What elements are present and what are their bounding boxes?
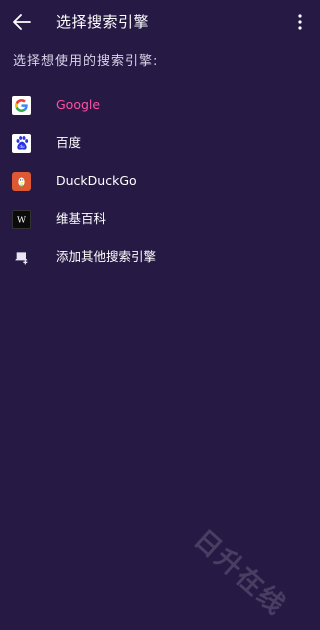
engine-option-duckduckgo[interactable]: DuckDuckGo xyxy=(0,162,320,200)
back-button[interactable] xyxy=(8,8,36,36)
engine-label-baidu: 百度 xyxy=(56,135,82,150)
watermark-text: 日升在线 xyxy=(187,524,292,622)
engine-option-baidu[interactable]: du 百度 xyxy=(0,124,320,162)
engine-option-wikipedia[interactable]: W 维基百科 xyxy=(0,200,320,238)
wikipedia-w-icon: W xyxy=(12,209,31,229)
engine-option-google[interactable]: Google xyxy=(0,86,320,124)
more-vertical-icon xyxy=(298,14,302,30)
google-logo-icon xyxy=(12,95,31,115)
add-search-engine-label: 添加其他搜索引擎 xyxy=(56,249,157,264)
duckduckgo-icon xyxy=(12,171,31,191)
svg-text:W: W xyxy=(17,215,26,225)
add-search-engine-button[interactable]: 添加其他搜索引擎 xyxy=(0,238,320,276)
instruction-text: 选择想使用的搜索引擎: xyxy=(13,54,159,69)
page-title: 选择搜索引擎 xyxy=(56,13,150,31)
app-bar: 选择搜索引擎 xyxy=(0,0,320,44)
engine-label-wikipedia: 维基百科 xyxy=(56,211,107,226)
engine-label-google: Google xyxy=(56,97,101,112)
svg-text:du: du xyxy=(19,144,25,149)
overflow-menu-button[interactable] xyxy=(288,8,312,36)
engine-label-duckduckgo: DuckDuckGo xyxy=(56,173,137,188)
search-engine-list: Google du 百度 DuckDuckGo W 维基百科 添加其他搜索引擎 xyxy=(0,86,320,276)
add-search-engine-icon xyxy=(12,248,31,267)
baidu-paw-icon: du xyxy=(12,133,31,153)
arrow-left-icon xyxy=(13,14,31,30)
